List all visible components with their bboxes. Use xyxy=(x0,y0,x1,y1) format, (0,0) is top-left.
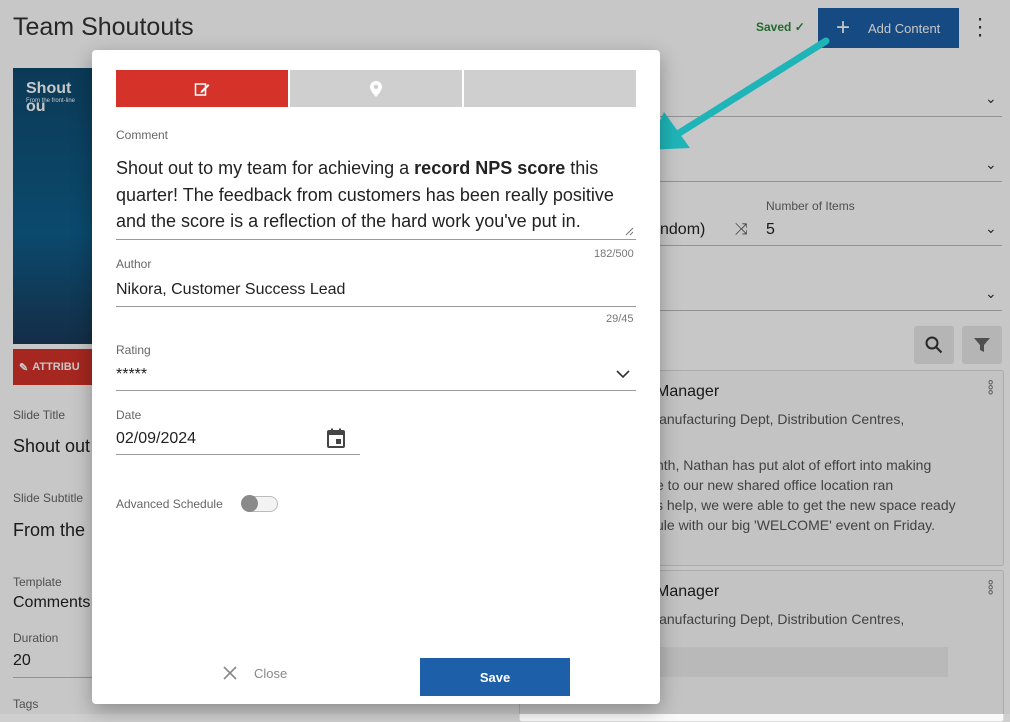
edit-icon xyxy=(194,82,210,96)
advanced-schedule-toggle[interactable] xyxy=(241,495,278,512)
comment-underline xyxy=(116,239,636,240)
rating-underline xyxy=(116,390,636,391)
date-label: Date xyxy=(116,408,142,422)
advanced-schedule-label: Advanced Schedule xyxy=(116,497,223,511)
modal-tabs xyxy=(116,70,636,107)
tab-third[interactable] xyxy=(464,70,636,107)
chevron-down-icon[interactable] xyxy=(616,370,630,379)
rating-select[interactable]: ***** xyxy=(116,366,147,384)
comment-label: Comment xyxy=(116,128,169,142)
date-underline xyxy=(116,454,360,455)
comment-textarea[interactable]: Shout out to my team for achieving a rec… xyxy=(116,155,636,235)
author-char-counter: 29/45 xyxy=(606,313,634,325)
author-label: Author xyxy=(116,257,152,271)
close-icon xyxy=(223,666,237,680)
toggle-knob xyxy=(241,495,258,512)
location-pin-icon xyxy=(370,80,382,97)
calendar-icon[interactable] xyxy=(327,428,345,448)
save-button[interactable]: Save xyxy=(420,658,570,696)
close-label: Close xyxy=(254,665,288,681)
resize-handle-icon[interactable] xyxy=(625,227,634,236)
author-input[interactable]: Nikora, Customer Success Lead xyxy=(116,281,345,299)
author-underline xyxy=(116,306,636,307)
tab-location[interactable] xyxy=(290,70,462,107)
comment-char-counter: 182/500 xyxy=(594,248,634,260)
rating-label: Rating xyxy=(116,343,151,357)
edit-comment-modal: Comment Shout out to my team for achievi… xyxy=(92,50,660,704)
tab-edit[interactable] xyxy=(116,70,288,107)
date-input[interactable]: 02/09/2024 xyxy=(116,430,196,448)
close-button[interactable]: Close xyxy=(222,665,287,681)
